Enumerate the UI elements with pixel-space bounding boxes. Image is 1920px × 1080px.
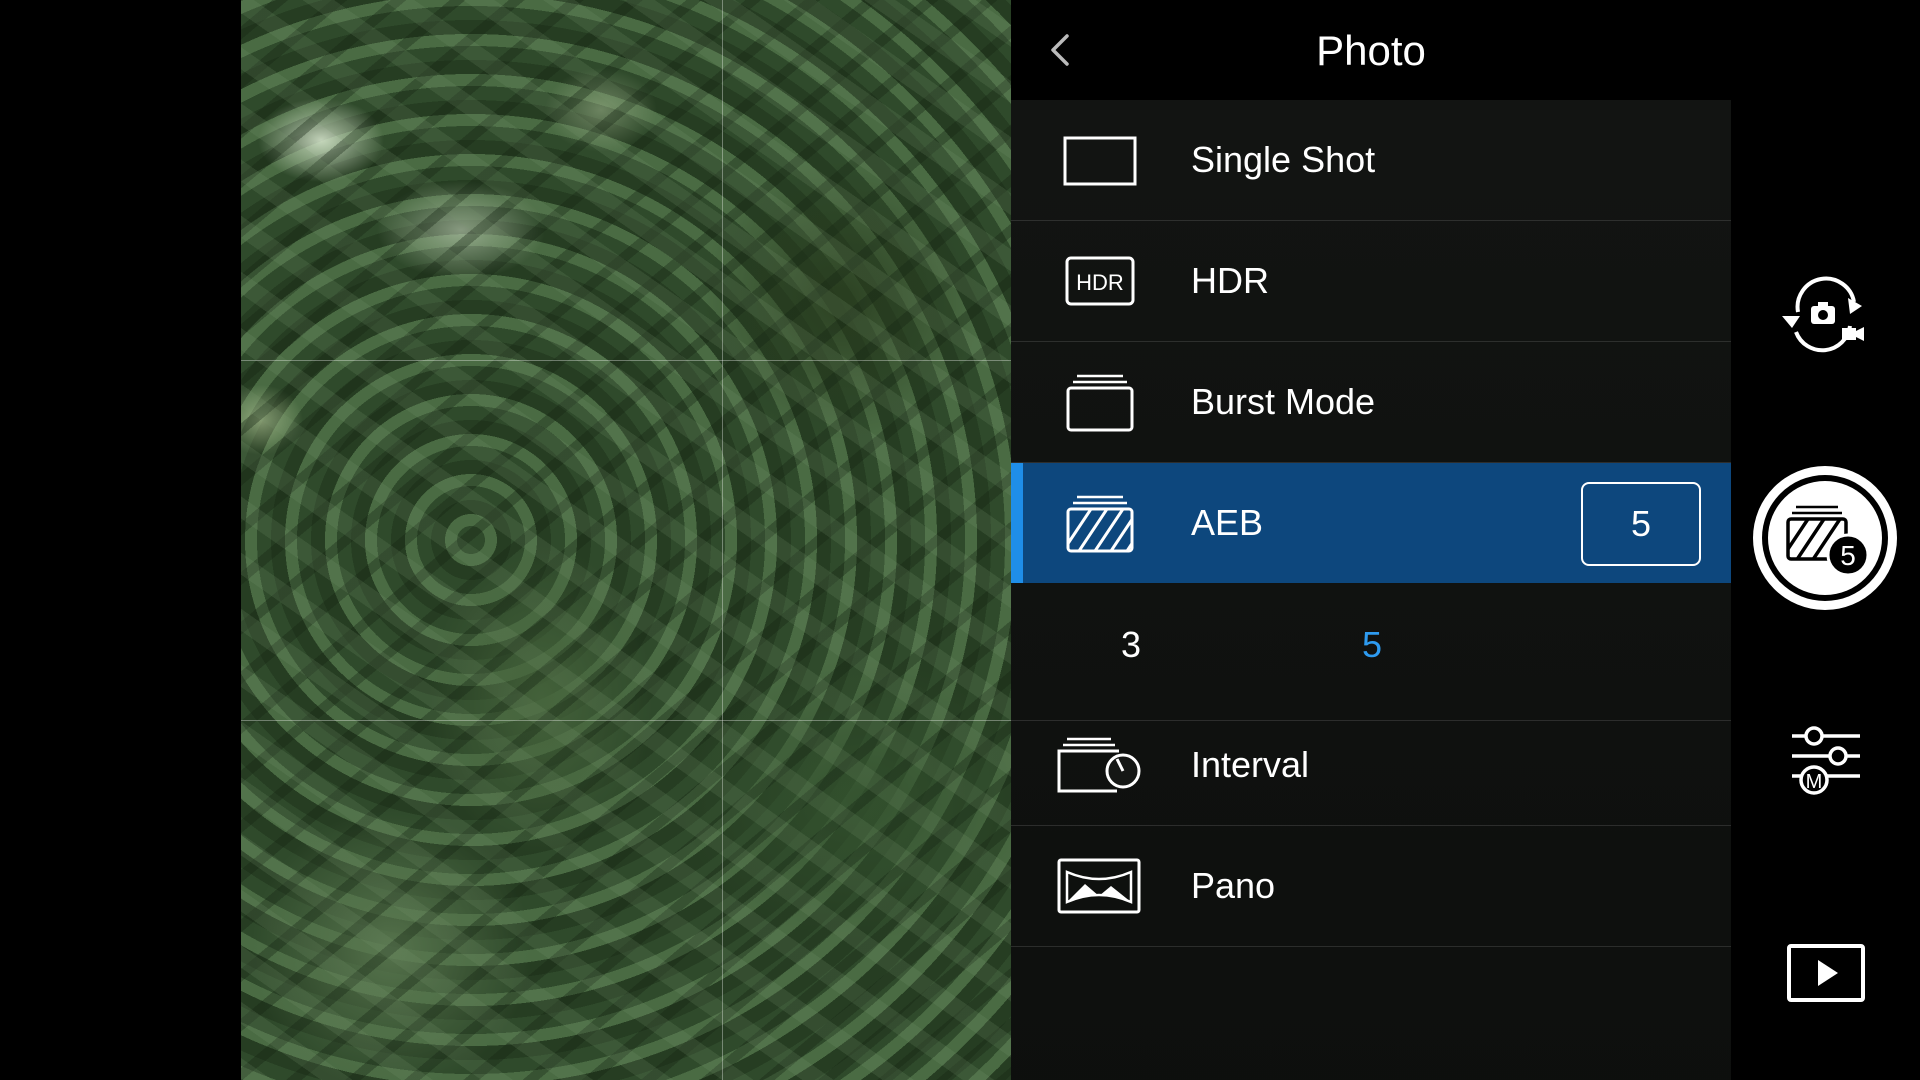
aeb-icon bbox=[1066, 495, 1134, 553]
burst-icon bbox=[1066, 374, 1134, 432]
grid-line bbox=[722, 0, 723, 1080]
mode-hdr[interactable]: HDR HDR bbox=[1011, 221, 1731, 342]
mode-burst[interactable]: Burst Mode bbox=[1011, 342, 1731, 463]
aeb-option-5[interactable]: 5 bbox=[1362, 585, 1382, 705]
mode-label: HDR bbox=[1191, 260, 1269, 301]
mode-label: Interval bbox=[1191, 744, 1310, 785]
shutter-count: 5 bbox=[1840, 540, 1856, 571]
pano-icon bbox=[1057, 858, 1141, 914]
mode-label: Single Shot bbox=[1191, 139, 1376, 180]
mode-single-shot[interactable]: Single Shot bbox=[1011, 100, 1731, 221]
camera-viewfinder[interactable] bbox=[241, 0, 1011, 1080]
hdr-badge: HDR bbox=[1076, 270, 1124, 295]
mode-pano[interactable]: Pano bbox=[1011, 826, 1731, 947]
photo-mode-panel: Photo Single Shot HDR HDR Burst Mode AEB… bbox=[1011, 0, 1731, 1080]
interval-icon bbox=[1057, 737, 1141, 793]
panel-title: Photo bbox=[1316, 27, 1426, 74]
manual-mode-badge: M bbox=[1806, 771, 1823, 793]
mode-label: Pano bbox=[1191, 865, 1276, 906]
aeb-count-button[interactable]: 5 bbox=[1581, 482, 1701, 566]
hdr-icon: HDR bbox=[1065, 256, 1135, 306]
mode-interval[interactable]: Interval bbox=[1011, 705, 1731, 826]
mode-label: Burst Mode bbox=[1191, 381, 1376, 422]
playback-icon[interactable] bbox=[1786, 943, 1866, 1003]
aeb-options-row: 3 5 bbox=[1011, 585, 1731, 721]
mode-aeb[interactable]: AEB 5 bbox=[1011, 463, 1731, 583]
shutter-button[interactable]: 5 bbox=[1750, 463, 1900, 613]
aeb-option-3[interactable]: 3 bbox=[1121, 585, 1141, 705]
mode-label: AEB bbox=[1191, 502, 1264, 543]
grid-line bbox=[241, 720, 1011, 721]
camera-settings-sliders-icon[interactable]: M bbox=[1786, 722, 1866, 802]
selection-accent-bar bbox=[1011, 463, 1023, 583]
photo-video-switch-icon[interactable] bbox=[1778, 276, 1872, 356]
single-shot-icon bbox=[1063, 136, 1137, 186]
viewfinder-image bbox=[241, 0, 1011, 1080]
grid-line bbox=[241, 360, 1011, 361]
panel-header: Photo bbox=[1011, 0, 1731, 100]
